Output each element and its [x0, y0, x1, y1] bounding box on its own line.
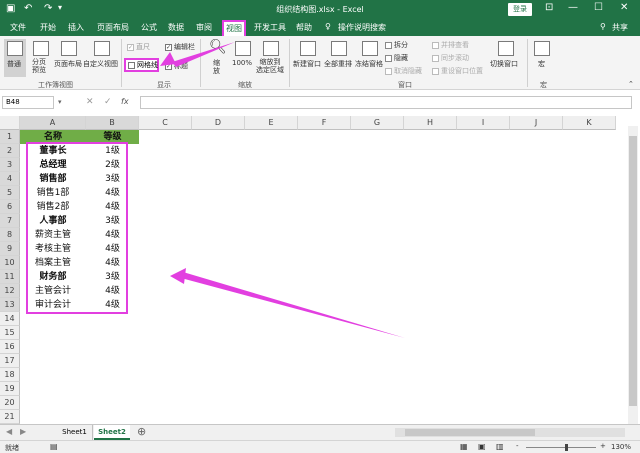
arrow-to-table [181, 272, 405, 338]
horizontal-scrollbar[interactable] [395, 428, 625, 437]
arrowhead-table [170, 268, 186, 284]
next-sheet-icon[interactable]: ▶ [20, 427, 26, 436]
zoom-level[interactable]: 130% [611, 443, 631, 451]
status-bar: 就绪 ▤ ▦ ▣ ▥ - + 130% [0, 440, 640, 453]
vertical-scrollbar[interactable] [628, 126, 638, 424]
sheet-tab-bar: ◀ ▶ Sheet1 Sheet2 ⊕ [0, 424, 640, 440]
arrowhead-gridlines [160, 52, 176, 66]
zoom-in-button[interactable]: + [600, 442, 606, 450]
normal-view-status-icon[interactable]: ▦ [460, 442, 468, 451]
zoom-slider-thumb[interactable] [565, 444, 568, 451]
highlight-box [26, 142, 128, 314]
zoom-slider[interactable] [526, 444, 596, 451]
add-sheet-icon[interactable]: ⊕ [137, 425, 146, 438]
zoom-out-button[interactable]: - [516, 442, 519, 450]
arrow-to-gridlines [172, 42, 235, 67]
annotation-overlay [26, 42, 405, 338]
scrollbar-thumb[interactable] [629, 136, 637, 406]
status-ready: 就绪 [5, 444, 19, 452]
page-layout-status-icon[interactable]: ▣ [478, 442, 486, 451]
sheet-tab-sheet2[interactable]: Sheet2 [94, 425, 130, 440]
page-break-status-icon[interactable]: ▥ [496, 442, 504, 451]
macro-record-icon[interactable]: ▤ [50, 442, 58, 451]
hscroll-thumb[interactable] [405, 429, 535, 436]
prev-sheet-icon[interactable]: ◀ [6, 427, 12, 436]
sheet-tab-sheet1[interactable]: Sheet1 [57, 425, 93, 440]
